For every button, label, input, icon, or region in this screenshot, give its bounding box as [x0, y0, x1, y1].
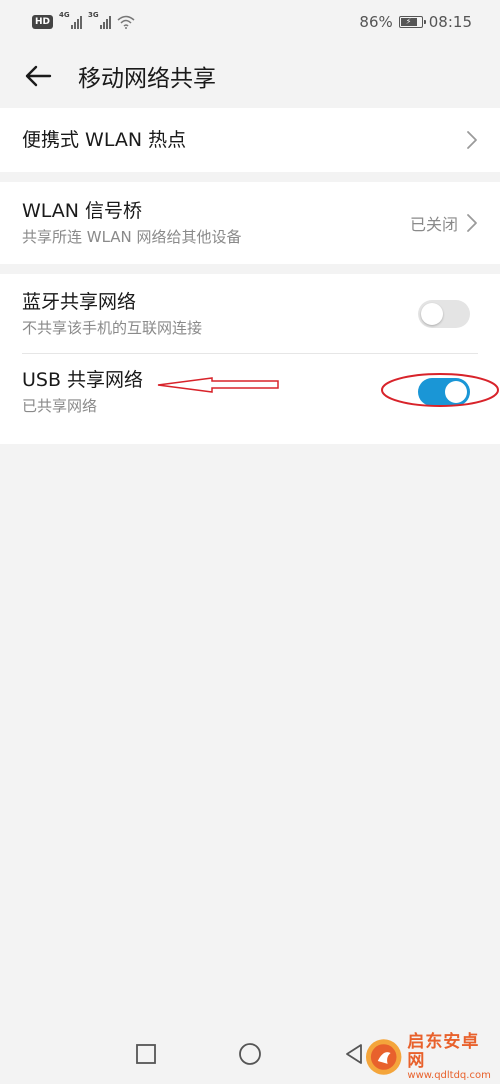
hotspot-title: 便携式 WLAN 热点	[22, 129, 187, 151]
bridge-status: 已关闭	[409, 215, 458, 234]
bluetooth-title: 蓝牙共享网络	[22, 291, 137, 313]
status-right: 86% ⚡ 08:15	[359, 13, 472, 31]
bluetooth-row[interactable]: 蓝牙共享网络 不共享该手机的互联网连接	[0, 274, 500, 354]
back-nav-button[interactable]	[342, 1042, 366, 1066]
chevron-right-icon	[467, 214, 477, 232]
triangle-back-icon	[346, 1044, 362, 1064]
arrow-left-icon	[25, 65, 52, 87]
usb-toggle[interactable]	[418, 378, 470, 406]
bridge-subtitle: 共享所连 WLAN 网络给其他设备	[22, 228, 242, 246]
toggle-knob	[445, 381, 467, 403]
status-bar: HD 4G 3G 86% ⚡ 08:15	[0, 0, 500, 44]
chevron-right-icon	[467, 131, 477, 149]
toggle-knob	[421, 303, 443, 325]
clock: 08:15	[428, 13, 472, 31]
battery-icon: ⚡	[398, 16, 426, 28]
home-button[interactable]	[238, 1042, 262, 1066]
signal-icon-sim1: 4G	[59, 11, 83, 29]
bridge-card: WLAN 信号桥 共享所连 WLAN 网络给其他设备 已关闭	[0, 182, 500, 264]
wifi-icon	[117, 15, 135, 29]
usb-row[interactable]: USB 共享网络 已共享网络	[0, 354, 500, 430]
bluetooth-subtitle: 不共享该手机的互联网连接	[22, 319, 203, 337]
square-icon	[136, 1044, 156, 1064]
app-bar: 移动网络共享	[0, 44, 500, 108]
charging-icon: ⚡	[405, 17, 412, 26]
signal-icon-sim2: 3G	[88, 11, 112, 29]
recents-button[interactable]	[134, 1042, 158, 1066]
circle-icon	[239, 1043, 261, 1065]
bridge-row[interactable]: WLAN 信号桥 共享所连 WLAN 网络给其他设备 已关闭	[0, 182, 500, 264]
signal-2-net-label: 3G	[88, 11, 99, 19]
status-left: HD 4G 3G	[32, 11, 135, 29]
watermark-name: 启东安卓网	[407, 1031, 480, 1071]
bluetooth-toggle[interactable]	[418, 300, 470, 328]
hd-badge: HD	[32, 15, 54, 29]
bridge-title: WLAN 信号桥	[22, 200, 143, 222]
watermark-url: www.qdltdq.com	[407, 1070, 491, 1082]
hotspot-card: 便携式 WLAN 热点	[0, 108, 500, 172]
watermark-logo-icon	[365, 1039, 402, 1075]
watermark: 启东安卓网 www.qdltdq.com	[364, 1032, 496, 1082]
sharing-card: 蓝牙共享网络 不共享该手机的互联网连接 USB 共享网络 已共享网络	[0, 274, 500, 444]
back-button[interactable]	[18, 56, 58, 96]
page-title: 移动网络共享	[78, 66, 216, 92]
hotspot-row[interactable]: 便携式 WLAN 热点	[0, 108, 500, 172]
usb-title: USB 共享网络	[22, 369, 144, 391]
battery-percent: 86%	[359, 13, 393, 31]
usb-subtitle: 已共享网络	[22, 397, 98, 415]
signal-1-net-label: 4G	[59, 11, 70, 19]
